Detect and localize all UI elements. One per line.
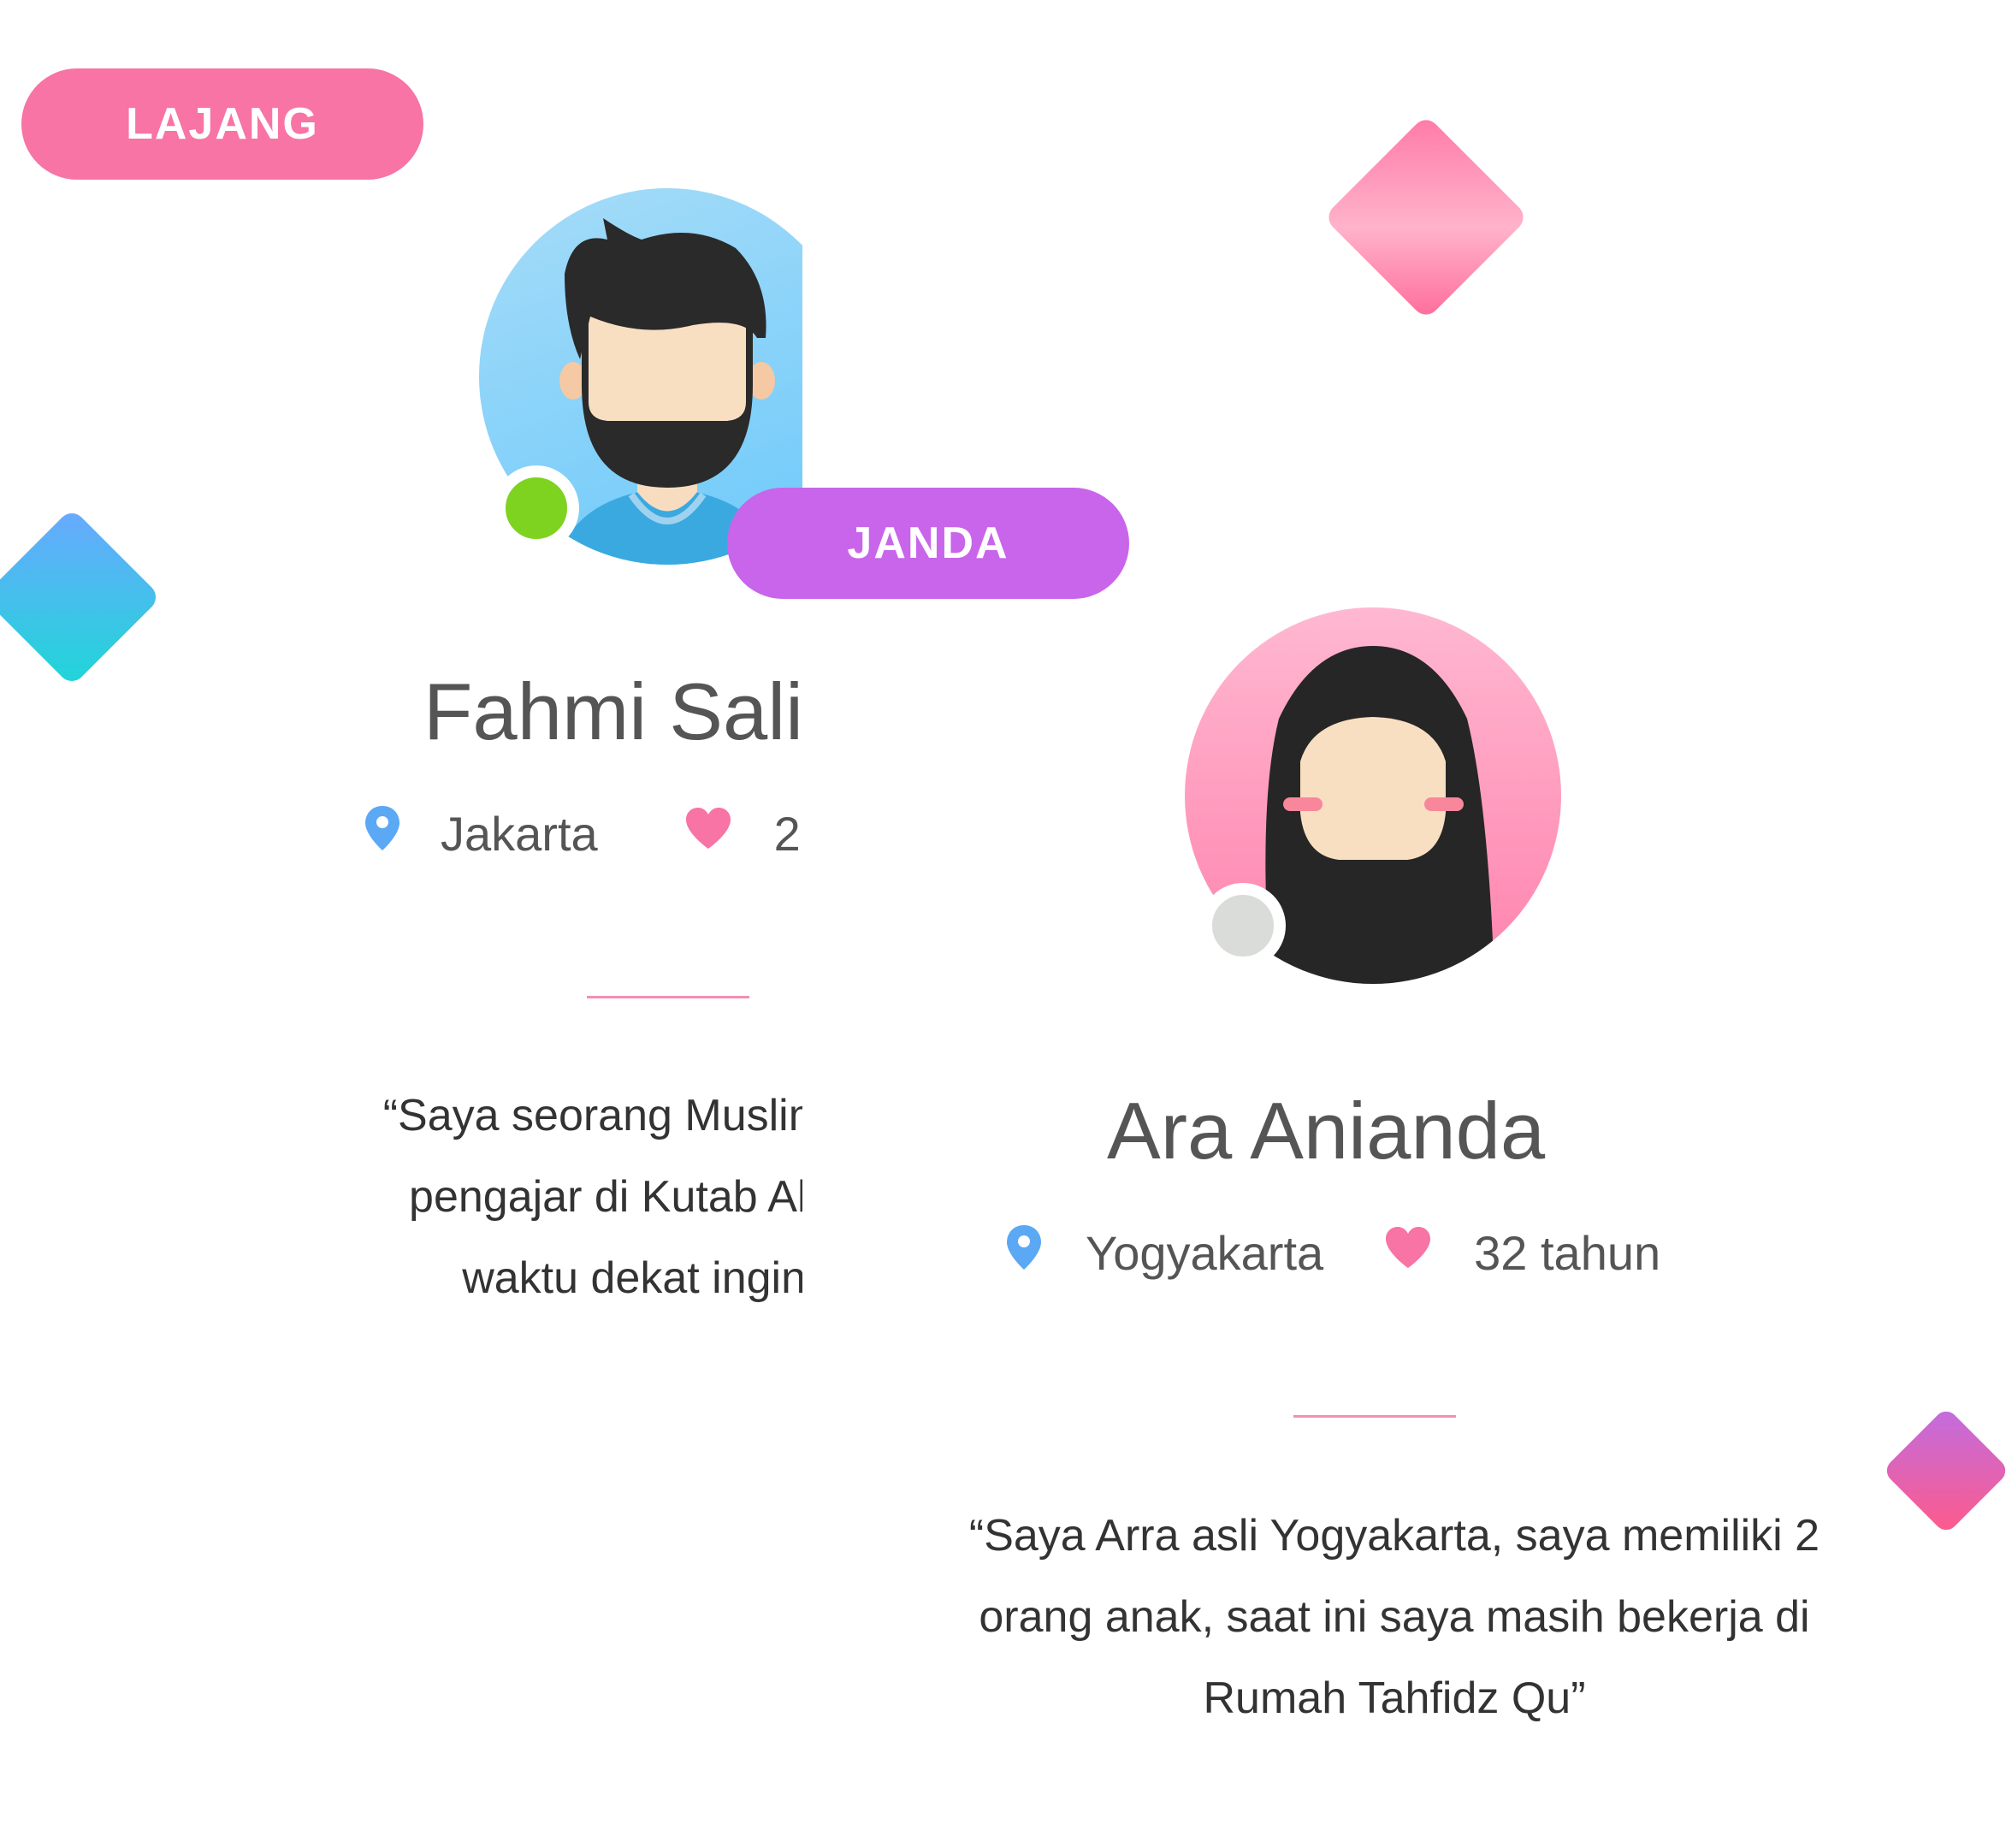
- heart-icon: [1383, 1225, 1433, 1281]
- profile-meta: Jakarta 2: [364, 804, 801, 863]
- divider: [1293, 1415, 1456, 1418]
- heart-icon: [683, 806, 733, 862]
- profile-bio: “Saya seorang Muslim yang pengajar di Ku…: [382, 1091, 802, 1303]
- profile-card-fahmi[interactable]: LAJANG Fahmi Sali Jakarta 2 “Saya seoran…: [0, 0, 802, 1369]
- location-pin-icon: [364, 804, 401, 863]
- divider: [587, 996, 749, 998]
- location-pin-icon: [1005, 1223, 1043, 1282]
- profile-bio: “Saya Arra asli Yogyakarta, saya memilik…: [968, 1511, 1820, 1723]
- profile-location: Jakarta: [441, 807, 598, 861]
- profile-meta: Yogyakarta 32 tahun: [1005, 1223, 1660, 1282]
- online-status-indicator: [494, 465, 579, 551]
- profile-age: 32 tahun: [1474, 1226, 1661, 1280]
- page: LAJANG Fahmi Sali Jakarta 2 “Saya seoran…: [0, 0, 2006, 1848]
- decorative-diamond-pink: [1323, 114, 1530, 321]
- profile-name: Ara Anianda: [1107, 1086, 1546, 1176]
- offline-status-indicator: [1200, 883, 1286, 968]
- status-badge-janda: JANDA: [727, 488, 1129, 599]
- status-badge-lajang: LAJANG: [21, 68, 423, 180]
- profile-location: Yogyakarta: [1086, 1226, 1324, 1280]
- decorative-diamond-purple: [1882, 1407, 2006, 1535]
- profile-name: Fahmi Sali: [423, 666, 802, 756]
- profile-age: 2: [773, 807, 801, 861]
